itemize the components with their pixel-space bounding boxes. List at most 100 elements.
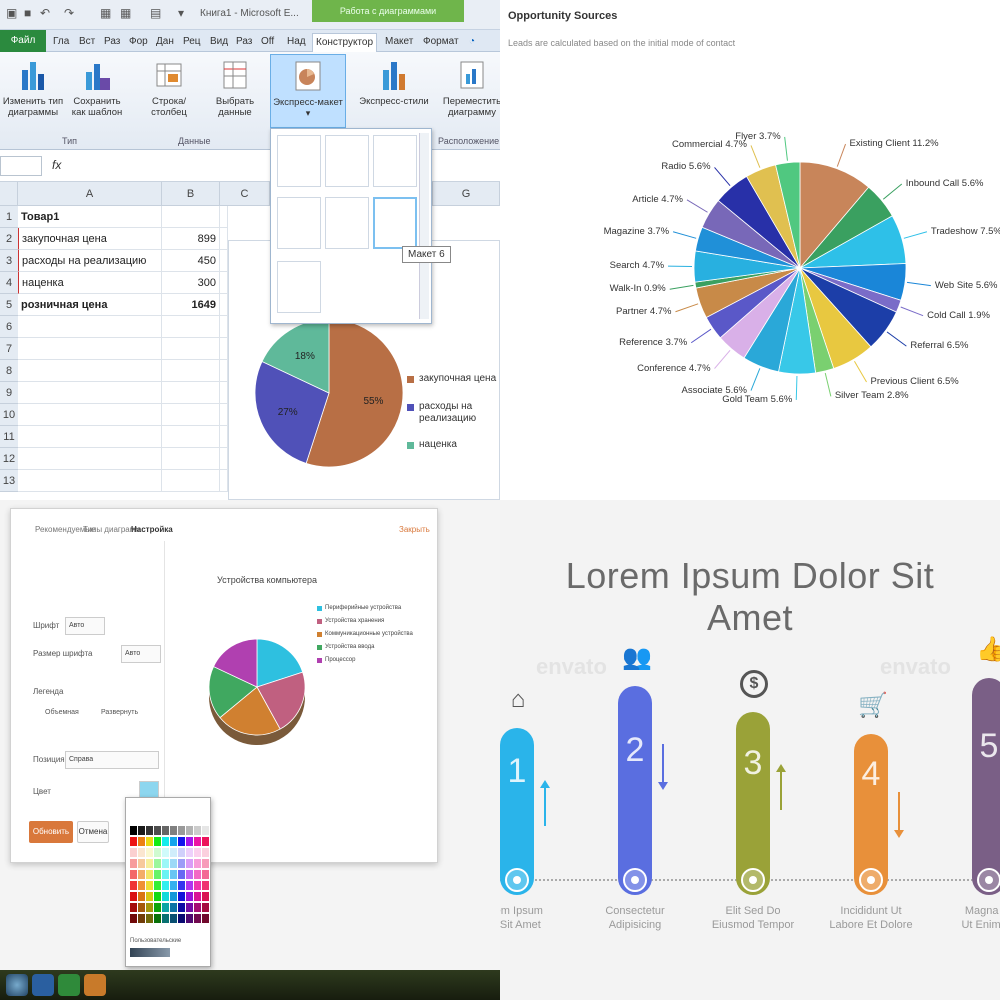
- tab-office[interactable]: Off: [258, 33, 277, 52]
- row-header[interactable]: 11: [0, 426, 18, 448]
- palette-swatch[interactable]: [186, 837, 193, 846]
- palette-swatch[interactable]: [202, 892, 209, 901]
- palette-swatch[interactable]: [154, 914, 161, 923]
- palette-swatch[interactable]: [138, 881, 145, 890]
- palette-swatch[interactable]: [154, 903, 161, 912]
- layout-option[interactable]: [373, 135, 417, 187]
- palette-swatch[interactable]: [162, 837, 169, 846]
- row-header[interactable]: 12: [0, 448, 18, 470]
- palette-swatch[interactable]: [146, 837, 153, 846]
- palette-swatch[interactable]: [178, 881, 185, 890]
- cell-b[interactable]: [162, 404, 220, 426]
- palette-swatch[interactable]: [178, 837, 185, 846]
- font-select[interactable]: Авто: [65, 617, 105, 635]
- palette-swatch[interactable]: [146, 826, 153, 835]
- palette-swatch[interactable]: [162, 903, 169, 912]
- palette-swatch[interactable]: [170, 870, 177, 879]
- palette-swatch[interactable]: [162, 914, 169, 923]
- palette-swatch[interactable]: [186, 914, 193, 923]
- palette-swatch[interactable]: [146, 859, 153, 868]
- layout-option[interactable]: [277, 261, 321, 313]
- tab-page-layout[interactable]: Раз: [101, 33, 123, 52]
- tab-home[interactable]: Гла: [50, 33, 72, 52]
- palette-swatch[interactable]: [202, 914, 209, 923]
- palette-swatch[interactable]: [170, 903, 177, 912]
- row-header[interactable]: 3: [0, 250, 18, 272]
- cell-b[interactable]: [162, 338, 220, 360]
- undo-icon[interactable]: ↶: [40, 6, 50, 20]
- cell-c[interactable]: [220, 294, 228, 316]
- close-link[interactable]: Закрыть: [399, 525, 430, 534]
- palette-swatch[interactable]: [162, 892, 169, 901]
- row-header[interactable]: 5: [0, 294, 18, 316]
- folder-icon[interactable]: [84, 974, 106, 996]
- tab-view[interactable]: Вид: [207, 33, 231, 52]
- row-header[interactable]: 13: [0, 470, 18, 492]
- row-header[interactable]: 2: [0, 228, 18, 250]
- cell-c[interactable]: [220, 382, 228, 404]
- excel-taskbar-icon[interactable]: [58, 974, 80, 996]
- palette-swatch[interactable]: [202, 870, 209, 879]
- move-chart-button[interactable]: Переместить диаграмму: [440, 58, 500, 118]
- row-header[interactable]: 9: [0, 382, 18, 404]
- tab-file[interactable]: Файл: [0, 30, 46, 52]
- palette-swatch[interactable]: [178, 914, 185, 923]
- palette-swatch[interactable]: [170, 914, 177, 923]
- cell-b[interactable]: [162, 206, 220, 228]
- cell-b[interactable]: [162, 426, 220, 448]
- cell-b[interactable]: [162, 382, 220, 404]
- palette-swatch[interactable]: [202, 859, 209, 868]
- palette-swatch[interactable]: [170, 848, 177, 857]
- palette-swatch[interactable]: [146, 903, 153, 912]
- palette-swatch[interactable]: [186, 903, 193, 912]
- tab-layout[interactable]: Макет: [382, 33, 416, 52]
- palette-swatch[interactable]: [162, 859, 169, 868]
- cell-a[interactable]: [18, 448, 162, 470]
- palette-swatch[interactable]: [146, 870, 153, 879]
- cell-a[interactable]: Товар1: [18, 206, 162, 228]
- palette-swatch[interactable]: [186, 892, 193, 901]
- gallery-scrollbar[interactable]: [419, 133, 429, 319]
- palette-swatch[interactable]: [154, 826, 161, 835]
- layout-option[interactable]: [325, 197, 369, 249]
- palette-swatch[interactable]: [162, 881, 169, 890]
- fx-icon[interactable]: fx: [52, 158, 61, 172]
- palette-swatch[interactable]: [194, 881, 201, 890]
- palette-swatch[interactable]: [154, 859, 161, 868]
- cell-c[interactable]: [220, 448, 228, 470]
- save-template-button[interactable]: Сохранить как шаблон: [66, 58, 128, 118]
- layout-option-6[interactable]: [373, 197, 417, 249]
- palette-swatch[interactable]: [194, 837, 201, 846]
- update-button[interactable]: Обновить: [29, 821, 73, 843]
- palette-swatch[interactable]: [138, 837, 145, 846]
- palette-swatch[interactable]: [162, 848, 169, 857]
- cell-a[interactable]: [18, 382, 162, 404]
- palette-swatch[interactable]: [130, 892, 137, 901]
- palette-swatch[interactable]: [146, 848, 153, 857]
- palette-swatch[interactable]: [138, 870, 145, 879]
- tab-design[interactable]: Конструктор: [312, 33, 378, 52]
- cancel-button[interactable]: Отмена: [77, 821, 109, 843]
- palette-swatch[interactable]: [138, 826, 145, 835]
- palette-swatch[interactable]: [154, 848, 161, 857]
- palette-swatch[interactable]: [170, 859, 177, 868]
- tab-formulas[interactable]: Фор: [126, 33, 151, 52]
- start-icon[interactable]: [6, 974, 28, 996]
- column-header[interactable]: C: [220, 182, 270, 206]
- cell-b[interactable]: 450: [162, 250, 220, 272]
- palette-swatch[interactable]: [194, 848, 201, 857]
- checkbox-3d[interactable]: Объемная: [45, 709, 79, 716]
- palette-swatch[interactable]: [178, 892, 185, 901]
- palette-swatch[interactable]: [138, 903, 145, 912]
- redo-icon[interactable]: ↷: [64, 6, 74, 20]
- checkbox-expand[interactable]: Развернуть: [101, 709, 138, 716]
- quick-access-icon[interactable]: ▤: [150, 6, 161, 20]
- palette-swatch[interactable]: [154, 870, 161, 879]
- palette-swatch[interactable]: [130, 870, 137, 879]
- palette-swatch[interactable]: [154, 892, 161, 901]
- quick-styles-button[interactable]: Экспресс-стили: [358, 58, 430, 107]
- cell-a[interactable]: [18, 404, 162, 426]
- cell-c[interactable]: [220, 250, 228, 272]
- tab-insert[interactable]: Вст: [76, 33, 98, 52]
- quick-access-icon[interactable]: ▦: [100, 6, 111, 20]
